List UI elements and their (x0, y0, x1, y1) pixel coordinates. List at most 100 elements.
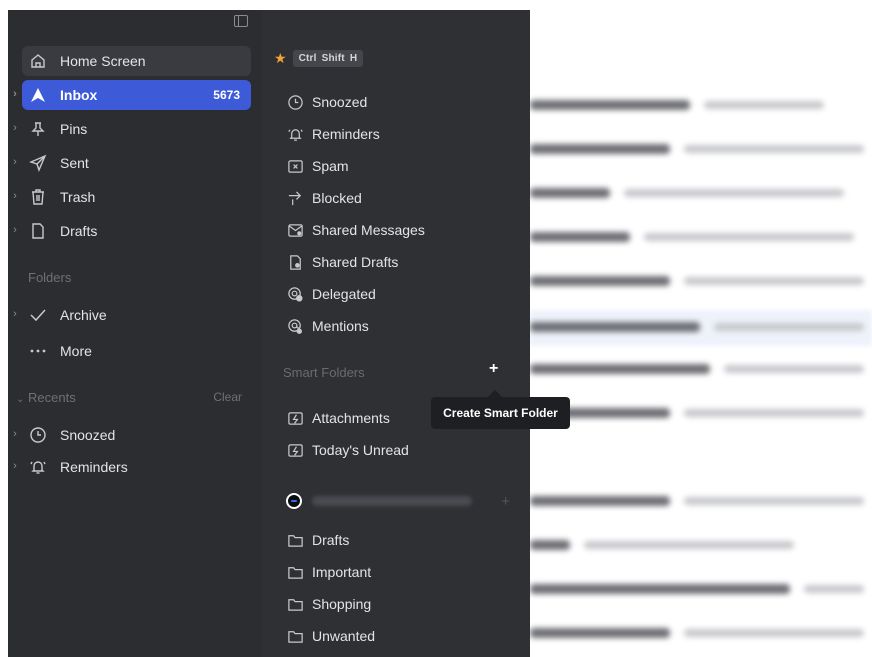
menu-item-folder-important[interactable]: Important (286, 560, 371, 584)
sidebar-item-label: Archive (60, 307, 107, 323)
sidebar-item-label: Reminders (60, 459, 128, 475)
delegated-icon (286, 285, 304, 303)
shared-messages-icon (286, 221, 304, 239)
chevron-right-icon[interactable]: › (10, 190, 20, 202)
sidebar-item-sent[interactable]: › Sent (13, 148, 251, 178)
account-avatar (286, 493, 302, 509)
sidebar-item-archive[interactable]: › Archive (13, 300, 251, 330)
sidebar-item-label: Sent (60, 155, 89, 171)
menu-item-delegated[interactable]: Delegated (286, 282, 376, 306)
folder-icon (286, 627, 304, 645)
menu-item-folder-shopping[interactable]: Shopping (286, 592, 371, 616)
menu-item-label: Mentions (312, 318, 369, 334)
sidebar-item-inbox[interactable]: › Inbox 5673 (13, 80, 251, 110)
sidebar-item-more[interactable]: More (22, 336, 251, 366)
menu-item-label: Attachments (312, 410, 390, 426)
menu-item-label: Snoozed (312, 94, 368, 110)
message-row (530, 142, 864, 156)
create-smart-folder-tooltip: Create Smart Folder (431, 397, 570, 429)
menu-item-blocked[interactable]: Blocked (286, 186, 362, 210)
message-row (530, 320, 864, 334)
chevron-right-icon[interactable]: › (10, 428, 20, 440)
menu-item-label: Unwanted (312, 628, 376, 644)
message-row (530, 582, 864, 596)
clear-recents-link[interactable]: Clear (213, 390, 242, 404)
add-smart-folder-button[interactable]: + (489, 360, 498, 378)
key-ctrl: Ctrl (298, 53, 317, 64)
menu-item-snoozed[interactable]: Snoozed (286, 90, 367, 114)
chevron-right-icon[interactable]: › (10, 122, 20, 134)
message-row (530, 230, 854, 244)
message-list-blurred (530, 10, 872, 657)
menu-item-label: Today's Unread (312, 442, 409, 458)
menu-item-folder-drafts[interactable]: Drafts (286, 528, 349, 552)
sidebar-item-recent-reminders[interactable]: › Reminders (13, 452, 251, 482)
mention-icon (286, 317, 304, 335)
menu-item-label: Reminders (312, 126, 380, 142)
folder-icon (286, 531, 304, 549)
message-row (530, 186, 844, 200)
menu-item-todays-unread[interactable]: Today's Unread (286, 438, 409, 462)
sidebar-item-recent-snoozed[interactable]: › Snoozed (13, 420, 251, 450)
inbox-arrow-icon (28, 85, 48, 105)
sidebar-item-drafts[interactable]: › Drafts (13, 216, 251, 246)
message-row (530, 98, 824, 112)
smart-folder-icon (286, 441, 304, 459)
menu-item-mentions[interactable]: Mentions (286, 314, 369, 338)
menu-item-reminders[interactable]: Reminders (286, 122, 380, 146)
sidebar-item-pins[interactable]: › Pins (13, 114, 251, 144)
folders-section-label: Folders (28, 270, 72, 285)
keyboard-shortcut: Ctrl Shift H (292, 50, 364, 67)
more-dots-icon (28, 341, 48, 361)
bell-icon (28, 457, 48, 477)
message-row (530, 274, 864, 288)
sidebar-item-label: More (60, 343, 92, 359)
sidebar-item-trash[interactable]: › Trash (13, 182, 251, 212)
add-account-folder-button[interactable]: + (501, 493, 510, 510)
sidebar-item-label: Trash (60, 189, 96, 205)
message-row (530, 362, 864, 376)
sidebar-item-label: Inbox (60, 87, 98, 103)
chevron-right-icon[interactable]: › (10, 308, 20, 320)
menu-item-label: Shared Drafts (312, 254, 399, 270)
sidebar-item-label: Home Screen (60, 53, 146, 69)
trash-icon (28, 187, 48, 207)
key-shift: Shift (321, 53, 345, 64)
draft-icon (28, 221, 48, 241)
sidebar-item-label: Drafts (60, 223, 98, 239)
more-menu-panel: ★ Ctrl Shift H Snoozed Reminders Spam Bloc… (262, 10, 530, 657)
chevron-right-icon[interactable]: › (10, 156, 20, 168)
message-row (530, 406, 864, 420)
clock-icon (28, 425, 48, 445)
smart-folder-icon (286, 409, 304, 427)
sidebar-item-label: Pins (60, 121, 88, 137)
menu-item-folder-unwanted[interactable]: Unwanted (286, 624, 375, 648)
message-row (530, 626, 864, 640)
menu-item-shared-drafts[interactable]: Shared Drafts (286, 250, 398, 274)
menu-item-label: Delegated (312, 286, 376, 302)
recents-section-label[interactable]: ⌄ Recents (16, 390, 76, 405)
send-icon (28, 153, 48, 173)
chevron-right-icon[interactable]: › (10, 88, 20, 100)
message-row (530, 538, 794, 552)
star-icon: ★ (274, 50, 287, 66)
menu-item-label: Drafts (312, 532, 350, 548)
account-row[interactable]: + (286, 490, 510, 512)
panel-toggle-icon[interactable] (234, 15, 248, 27)
menu-item-label: Spam (312, 158, 349, 174)
bell-icon (286, 125, 304, 143)
sidebar: Home Screen › Inbox 5673 › Pins › Sent ›… (8, 10, 262, 657)
menu-item-label: Shared Messages (312, 222, 425, 238)
pin-icon (28, 119, 48, 139)
menu-item-attachments[interactable]: Attachments (286, 406, 390, 430)
menu-item-spam[interactable]: Spam (286, 154, 349, 178)
chevron-down-icon: ⌄ (16, 394, 25, 405)
menu-item-label: Blocked (312, 190, 362, 206)
account-name-redacted (312, 496, 472, 506)
clock-icon (286, 93, 304, 111)
spam-icon (286, 157, 304, 175)
chevron-right-icon[interactable]: › (10, 460, 20, 472)
menu-item-shared-messages[interactable]: Shared Messages (286, 218, 425, 242)
sidebar-item-home-screen[interactable]: Home Screen (22, 46, 251, 76)
chevron-right-icon[interactable]: › (10, 224, 20, 236)
